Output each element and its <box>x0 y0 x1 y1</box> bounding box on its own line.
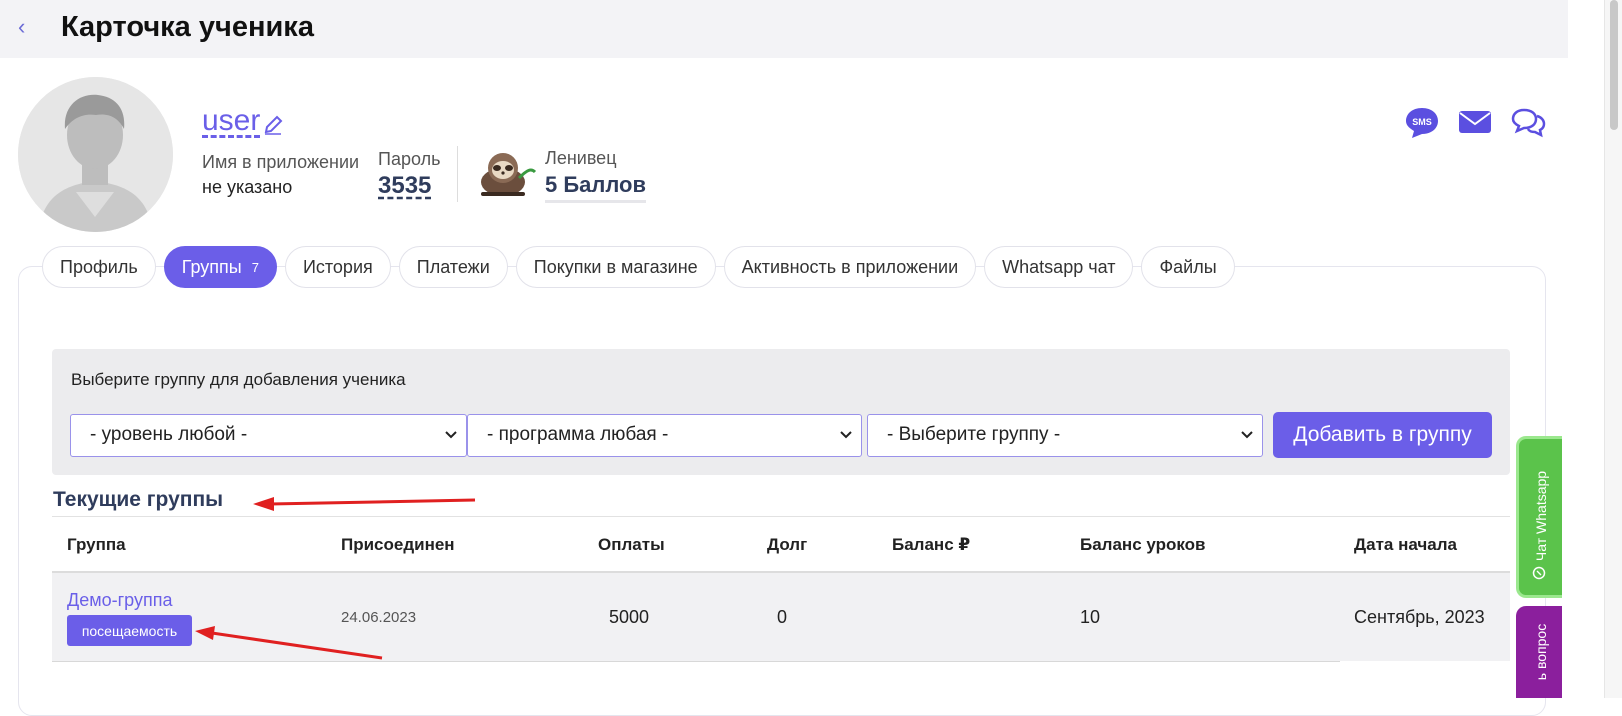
level-select[interactable]: - уровень любой - <box>70 414 467 457</box>
edit-pencil-icon[interactable] <box>262 114 284 136</box>
column-header-lessons-balance: Баланс уроков <box>1080 535 1206 554</box>
joined-date: 24.06.2023 <box>341 609 417 626</box>
column-header-debt: Долг <box>767 535 808 554</box>
tab-count-badge: 7 <box>251 259 259 275</box>
avatar <box>18 77 173 232</box>
password-label: Пароль <box>378 149 441 169</box>
divider <box>52 661 1340 662</box>
column-header-group: Группа <box>67 535 126 554</box>
svg-text:SMS: SMS <box>1412 117 1432 127</box>
whatsapp-icon <box>1532 566 1546 580</box>
page-title: Карточка ученика <box>61 11 314 43</box>
chevron-down-icon <box>1241 431 1253 439</box>
column-header-payments: Оплаты <box>598 535 665 554</box>
group-select[interactable]: - Выберите группу - <box>867 414 1263 457</box>
chevron-down-icon <box>445 431 457 439</box>
tab-whatsapp-chat[interactable]: Whatsapp чат <box>984 246 1134 288</box>
lessons-balance-value: 10 <box>1080 607 1101 627</box>
program-select[interactable]: - программа любая - <box>467 414 862 457</box>
payments-value: 5000 <box>609 607 650 627</box>
add-group-label: Выберите группу для добавления ученика <box>71 370 406 389</box>
chevron-down-icon <box>840 431 852 439</box>
start-date-value: Сентябрь, 2023 <box>1354 607 1485 627</box>
add-to-group-panel: Выберите группу для добавления ученика -… <box>52 349 1510 475</box>
column-header-start-date: Дата начала <box>1354 535 1457 554</box>
current-groups-title: Текущие группы <box>53 488 224 511</box>
sms-icon[interactable]: SMS <box>1404 104 1440 140</box>
tab-bar: Профиль Группы 7 История Платежи Покупки … <box>42 246 1235 288</box>
mail-icon[interactable] <box>1457 104 1493 140</box>
tab-payments[interactable]: Платежи <box>398 246 508 288</box>
chat-icon[interactable] <box>1510 104 1546 140</box>
column-header-joined: Присоединен <box>341 535 455 554</box>
tab-shop-purchases[interactable]: Покупки в магазине <box>515 246 716 288</box>
sloth-rank-icon <box>481 153 537 196</box>
tab-history[interactable]: История <box>284 246 391 288</box>
tab-app-activity[interactable]: Активность в приложении <box>723 246 977 288</box>
chevron-left-icon[interactable]: ‹ <box>18 14 25 40</box>
divider <box>52 516 1510 517</box>
scrollbar-thumb[interactable] <box>1610 0 1618 130</box>
tab-files[interactable]: Файлы <box>1141 246 1235 288</box>
tab-profile[interactable]: Профиль <box>42 246 156 288</box>
password-value[interactable]: 3535 <box>378 172 431 200</box>
column-header-balance: Баланс ₽ <box>892 535 971 554</box>
page-header: ‹ Карточка ученика <box>0 0 1568 58</box>
username-link[interactable]: user <box>202 104 260 138</box>
ask-question-label[interactable]: ь вопрос <box>1533 624 1549 680</box>
app-name-value: не указано <box>202 177 293 197</box>
add-to-group-button[interactable]: Добавить в группу <box>1273 412 1492 458</box>
attendance-button[interactable]: посещаемость <box>67 615 192 646</box>
divider <box>457 146 458 202</box>
debt-value: 0 <box>777 607 788 627</box>
group-link[interactable]: Демо-группа <box>67 590 172 611</box>
tab-groups[interactable]: Группы 7 <box>163 246 277 288</box>
whatsapp-chat-label[interactable]: Чат Whatsapp <box>1533 471 1549 561</box>
scrollbar[interactable] <box>1604 0 1622 698</box>
app-name-label: Имя в приложении <box>202 152 360 172</box>
points-value[interactable]: 5 Баллов <box>545 172 647 203</box>
rank-label: Ленивец <box>545 148 617 168</box>
